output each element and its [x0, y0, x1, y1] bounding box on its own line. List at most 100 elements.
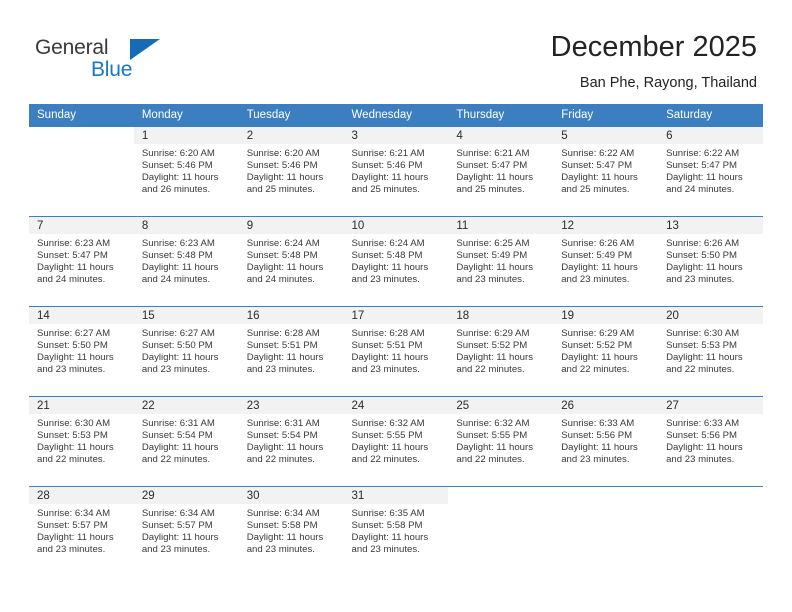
calendar-day-cell[interactable]: 13 Sunrise: 6:26 AM Sunset: 5:50 PM Dayli…: [658, 216, 763, 307]
calendar-day-cell[interactable]: 27 Sunrise: 6:33 AM Sunset: 5:56 PM Dayli…: [658, 396, 763, 487]
calendar-day-cell[interactable]: 20 Sunrise: 6:30 AM Sunset: 5:53 PM Dayli…: [658, 306, 763, 397]
calendar-day-cell[interactable]: 23 Sunrise: 6:31 AM Sunset: 5:54 PM Dayli…: [238, 396, 344, 487]
sun-times-detail: Sunrise: 6:26 AM Sunset: 5:50 PM Dayligh…: [666, 238, 743, 286]
sun-times-detail: Sunrise: 6:22 AM Sunset: 5:47 PM Dayligh…: [666, 148, 743, 196]
calendar-cell-empty: [658, 486, 763, 577]
sun-times-detail: Sunrise: 6:23 AM Sunset: 5:48 PM Dayligh…: [141, 238, 219, 286]
sun-times-detail: Sunrise: 6:33 AM Sunset: 5:56 PM Dayligh…: [561, 418, 638, 466]
sun-times-detail: Sunrise: 6:22 AM Sunset: 5:47 PM Dayligh…: [561, 148, 638, 196]
calendar-day-cell[interactable]: 31 Sunrise: 6:35 AM Sunset: 5:58 PM Dayli…: [343, 486, 449, 577]
calendar-day-cell[interactable]: 19 Sunrise: 6:29 AM Sunset: 5:52 PM Dayli…: [553, 306, 659, 397]
page-subtitle: Ban Phe, Rayong, Thailand: [579, 75, 757, 91]
calendar-grid: Sunday Monday Tuesday Wednesday Thursday Frid…: [29, 104, 763, 577]
calendar-day-cell[interactable]: 26 Sunrise: 6:33 AM Sunset: 5:56 PM Dayli…: [553, 396, 659, 487]
sun-times-detail: Sunrise: 6:29 AM Sunset: 5:52 PM Dayligh…: [561, 328, 638, 376]
calendar-day-cell[interactable]: 25 Sunrise: 6:32 AM Sunset: 5:55 PM Dayli…: [448, 396, 554, 487]
day-number: 2: [238, 127, 344, 144]
calendar-day-cell[interactable]: 6 Sunrise: 6:22 AM Sunset: 5:47 PM Daylig…: [658, 126, 763, 217]
day-number: 28: [29, 487, 134, 504]
day-number: [29, 127, 134, 144]
sun-times-detail: [658, 504, 763, 508]
calendar-cell-empty: [29, 126, 134, 217]
calendar-day-cell[interactable]: 29 Sunrise: 6:34 AM Sunset: 5:57 PM Dayli…: [133, 486, 239, 577]
day-number: 24: [343, 397, 449, 414]
calendar-day-cell[interactable]: 22 Sunrise: 6:31 AM Sunset: 5:54 PM Dayli…: [133, 396, 239, 487]
calendar-cell-empty: [553, 486, 659, 577]
day-number: 11: [448, 217, 554, 234]
calendar-day-cell[interactable]: 28 Sunrise: 6:34 AM Sunset: 5:57 PM Dayli…: [29, 486, 134, 577]
calendar-day-cell[interactable]: 10 Sunrise: 6:24 AM Sunset: 5:48 PM Dayli…: [343, 216, 449, 307]
day-number: 1: [133, 127, 239, 144]
day-number: 6: [658, 127, 763, 144]
sun-times-detail: Sunrise: 6:29 AM Sunset: 5:52 PM Dayligh…: [456, 328, 533, 376]
calendar-body: 1 Sunrise: 6:20 AM Sunset: 5:46 PM Daylig…: [29, 126, 763, 577]
sun-times-detail: Sunrise: 6:33 AM Sunset: 5:56 PM Dayligh…: [666, 418, 743, 466]
sun-times-detail: [29, 144, 134, 148]
weekday-header-friday: Friday: [553, 104, 659, 127]
weekday-header-thursday: Thursday: [448, 104, 554, 127]
general-blue-logo: General Blue: [35, 36, 195, 86]
triangle-icon: [130, 39, 160, 60]
day-number: 5: [553, 127, 659, 144]
calendar-cell-empty: [448, 486, 554, 577]
sun-times-detail: Sunrise: 6:34 AM Sunset: 5:57 PM Dayligh…: [141, 508, 219, 556]
sun-times-detail: Sunrise: 6:34 AM Sunset: 5:58 PM Dayligh…: [246, 508, 324, 556]
day-number: 8: [133, 217, 239, 234]
day-number: 27: [658, 397, 763, 414]
day-number: 4: [448, 127, 554, 144]
day-number: 23: [238, 397, 344, 414]
day-number: 9: [238, 217, 344, 234]
weekday-header-row: Sunday Monday Tuesday Wednesday Thursday Frid…: [29, 104, 763, 127]
day-number: 18: [448, 307, 554, 324]
calendar-day-cell[interactable]: 30 Sunrise: 6:34 AM Sunset: 5:58 PM Dayli…: [238, 486, 344, 577]
calendar-day-cell[interactable]: 9 Sunrise: 6:24 AM Sunset: 5:48 PM Daylig…: [238, 216, 344, 307]
calendar-day-cell[interactable]: 2 Sunrise: 6:20 AM Sunset: 5:46 PM Daylig…: [238, 126, 344, 217]
calendar-day-cell[interactable]: 1 Sunrise: 6:20 AM Sunset: 5:46 PM Daylig…: [133, 126, 239, 217]
sun-times-detail: Sunrise: 6:20 AM Sunset: 5:46 PM Dayligh…: [141, 148, 219, 196]
day-number: 19: [553, 307, 659, 324]
calendar-day-cell[interactable]: 3 Sunrise: 6:21 AM Sunset: 5:46 PM Daylig…: [343, 126, 449, 217]
calendar-day-cell[interactable]: 11 Sunrise: 6:25 AM Sunset: 5:49 PM Dayli…: [448, 216, 554, 307]
day-number: 17: [343, 307, 449, 324]
day-number: 20: [658, 307, 763, 324]
calendar-day-cell[interactable]: 16 Sunrise: 6:28 AM Sunset: 5:51 PM Dayli…: [238, 306, 344, 397]
day-number: 13: [658, 217, 763, 234]
calendar-day-cell[interactable]: 24 Sunrise: 6:32 AM Sunset: 5:55 PM Dayli…: [343, 396, 449, 487]
weekday-header-wednesday: Wednesday: [343, 104, 449, 127]
sun-times-detail: Sunrise: 6:27 AM Sunset: 5:50 PM Dayligh…: [141, 328, 219, 376]
sun-times-detail: Sunrise: 6:31 AM Sunset: 5:54 PM Dayligh…: [141, 418, 219, 466]
calendar-day-cell[interactable]: 7 Sunrise: 6:23 AM Sunset: 5:47 PM Daylig…: [29, 216, 134, 307]
sun-times-detail: Sunrise: 6:26 AM Sunset: 5:49 PM Dayligh…: [561, 238, 638, 286]
calendar-day-cell[interactable]: 14 Sunrise: 6:27 AM Sunset: 5:50 PM Dayli…: [29, 306, 134, 397]
calendar-day-cell[interactable]: 8 Sunrise: 6:23 AM Sunset: 5:48 PM Daylig…: [133, 216, 239, 307]
day-number: 30: [238, 487, 344, 504]
calendar-week-row: 28 Sunrise: 6:34 AM Sunset: 5:57 PM Dayli…: [29, 486, 763, 577]
day-number: 3: [343, 127, 449, 144]
logo-text-general: General: [35, 36, 109, 59]
sun-times-detail: Sunrise: 6:28 AM Sunset: 5:51 PM Dayligh…: [246, 328, 324, 376]
calendar-day-cell[interactable]: 4 Sunrise: 6:21 AM Sunset: 5:47 PM Daylig…: [448, 126, 554, 217]
sun-times-detail: Sunrise: 6:24 AM Sunset: 5:48 PM Dayligh…: [351, 238, 429, 286]
weekday-header-sunday: Sunday: [29, 104, 134, 127]
calendar-week-row: 7 Sunrise: 6:23 AM Sunset: 5:47 PM Daylig…: [29, 216, 763, 307]
sun-times-detail: Sunrise: 6:31 AM Sunset: 5:54 PM Dayligh…: [246, 418, 324, 466]
calendar-week-row: 14 Sunrise: 6:27 AM Sunset: 5:50 PM Dayli…: [29, 306, 763, 397]
sun-times-detail: Sunrise: 6:21 AM Sunset: 5:46 PM Dayligh…: [351, 148, 429, 196]
day-number: 12: [553, 217, 659, 234]
calendar-day-cell[interactable]: 21 Sunrise: 6:30 AM Sunset: 5:53 PM Dayli…: [29, 396, 134, 487]
calendar-day-cell[interactable]: 17 Sunrise: 6:28 AM Sunset: 5:51 PM Dayli…: [343, 306, 449, 397]
sun-times-detail: Sunrise: 6:35 AM Sunset: 5:58 PM Dayligh…: [351, 508, 429, 556]
calendar-day-cell[interactable]: 15 Sunrise: 6:27 AM Sunset: 5:50 PM Dayli…: [133, 306, 239, 397]
day-number: 15: [133, 307, 239, 324]
calendar-day-cell[interactable]: 18 Sunrise: 6:29 AM Sunset: 5:52 PM Dayli…: [448, 306, 554, 397]
day-number: 16: [238, 307, 344, 324]
sun-times-detail: [553, 504, 658, 508]
calendar-day-cell[interactable]: 5 Sunrise: 6:22 AM Sunset: 5:47 PM Daylig…: [553, 126, 659, 217]
sun-times-detail: Sunrise: 6:25 AM Sunset: 5:49 PM Dayligh…: [456, 238, 533, 286]
calendar-day-cell[interactable]: 12 Sunrise: 6:26 AM Sunset: 5:49 PM Dayli…: [553, 216, 659, 307]
day-number: 29: [133, 487, 239, 504]
day-number: 14: [29, 307, 134, 324]
sun-times-detail: Sunrise: 6:27 AM Sunset: 5:50 PM Dayligh…: [37, 328, 114, 376]
calendar-week-row: 1 Sunrise: 6:20 AM Sunset: 5:46 PM Daylig…: [29, 126, 763, 217]
day-number: 7: [29, 217, 134, 234]
